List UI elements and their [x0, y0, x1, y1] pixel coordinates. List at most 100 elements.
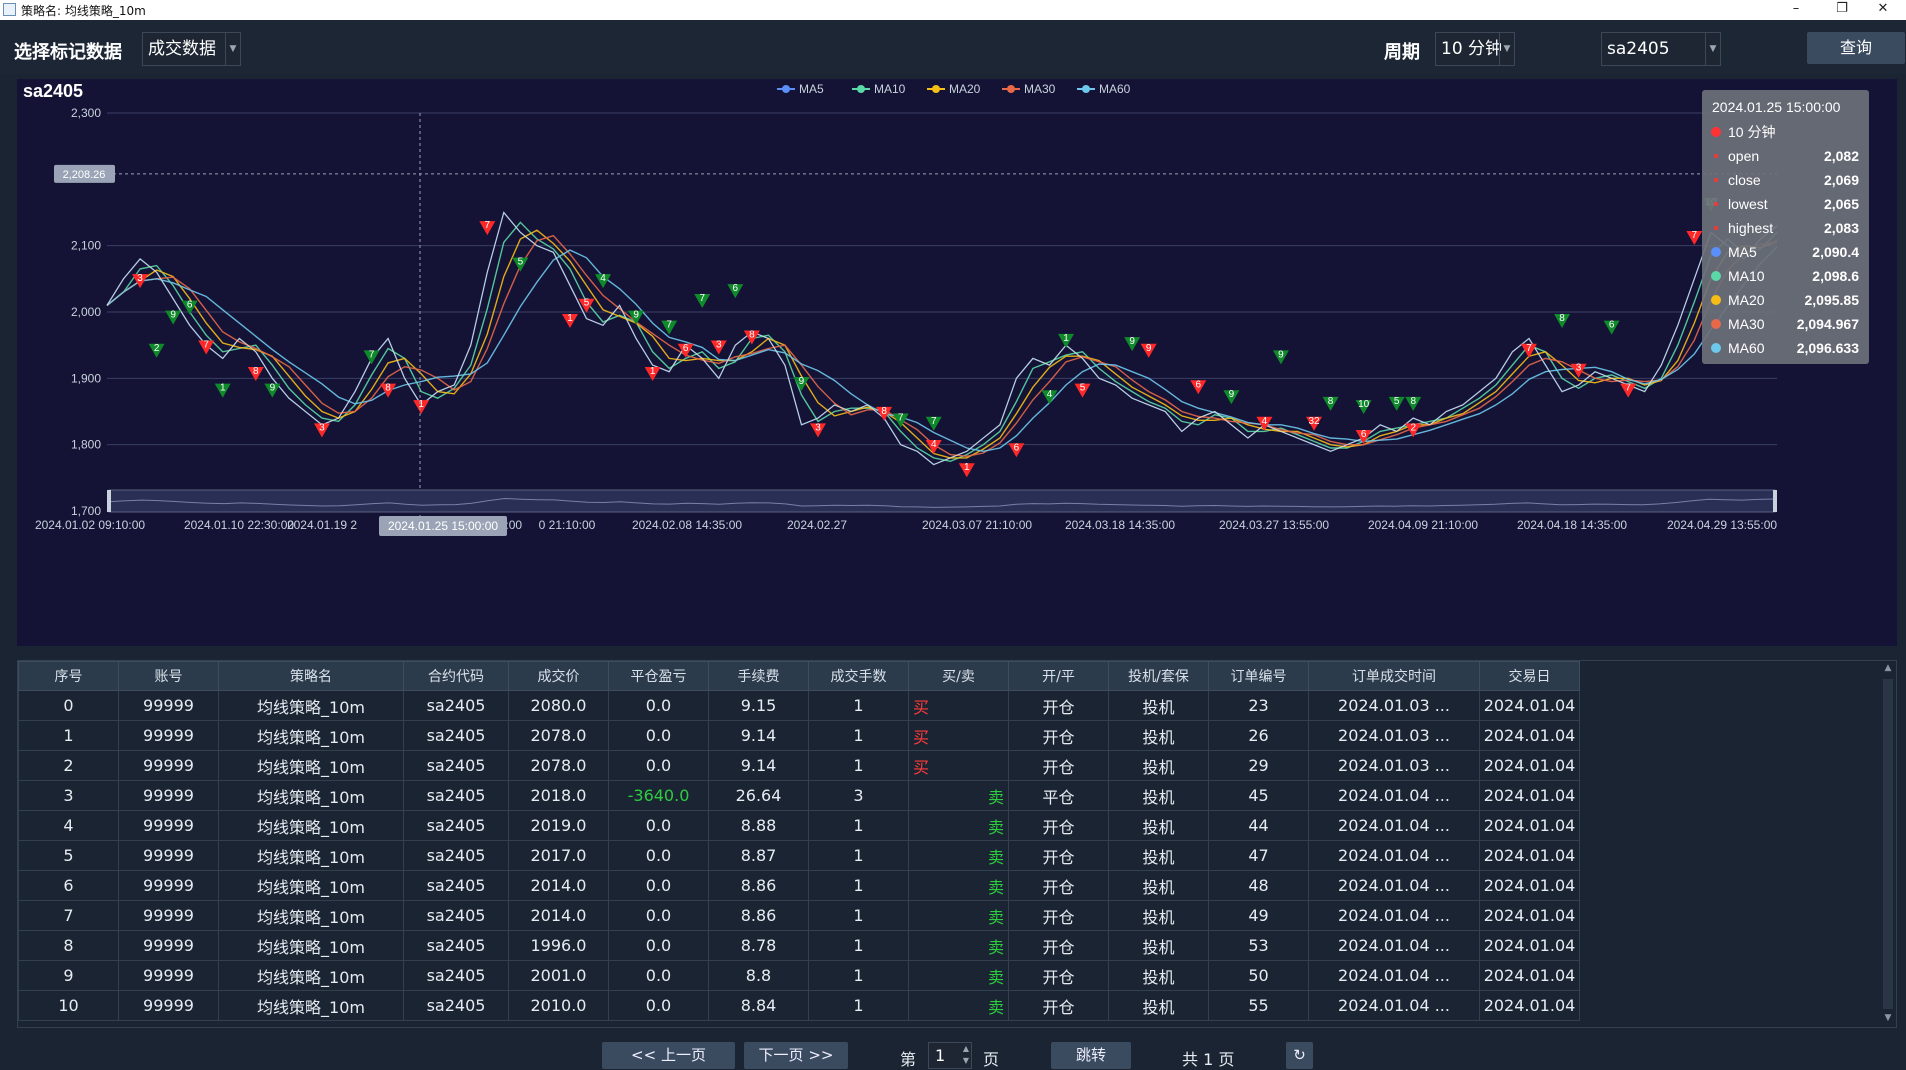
- column-header[interactable]: 订单成交时间: [1308, 661, 1480, 691]
- page-number-input[interactable]: 1 ▲ ▼: [928, 1042, 972, 1069]
- table-row[interactable]: 9 99999 均线策略_10m sa2405 2001.0 0.0 8.8 1 卖开仓 投机 50…: [18, 960, 1580, 991]
- price-line: [106, 211, 1778, 466]
- table-cell: 26: [1208, 720, 1309, 751]
- legend-swatch-dot: [857, 85, 865, 93]
- tooltip-row-value: 2,065: [1824, 196, 1859, 212]
- table-row[interactable]: 3 99999 均线策略_10m sa2405 2018.0 -3640.0 26.64 3 卖…: [18, 780, 1580, 811]
- table-cell: 投机: [1108, 810, 1209, 841]
- table-cell: 0.0: [608, 750, 709, 781]
- symbol-select[interactable]: sa2405 ▼: [1601, 32, 1721, 66]
- table-cell: 8: [18, 930, 119, 961]
- toolbar: 选择标记数据 成交数据 ▼ 周期 10 分钟 ▼ sa2405 ▼: [0, 20, 1906, 74]
- buy-marker-label: 8: [749, 330, 755, 341]
- scroll-down-icon[interactable]: ▼: [1882, 1013, 1894, 1025]
- chart-legend[interactable]: MA5 MA10 MA20 MA30 MA60: [777, 82, 1131, 96]
- tooltip-row-dot: [1714, 202, 1718, 206]
- column-header[interactable]: 账号: [118, 661, 219, 691]
- tooltip-row-key: lowest: [1728, 196, 1768, 212]
- buy-marker-label: 6: [1361, 429, 1367, 440]
- table-cell: 2024.01.04 ...: [1308, 780, 1480, 811]
- sell-marker-label: 1: [220, 383, 226, 394]
- legend-swatch-dot: [1082, 85, 1090, 93]
- sell-marker-label: 1: [1063, 333, 1069, 344]
- period-value: 10 分钟: [1441, 39, 1503, 59]
- tooltip-row-dot: [1711, 343, 1721, 353]
- prev-page-button[interactable]: << 上一页: [602, 1042, 735, 1069]
- table-cell: 23: [1208, 690, 1309, 721]
- table-cell: 2024.01.04: [1479, 750, 1580, 781]
- mark-data-label: 选择标记数据: [14, 42, 122, 63]
- table-cell: 卖: [908, 810, 1009, 841]
- x-tick-label: 0 21:10:00: [539, 518, 596, 532]
- buy-marker-label: 32: [1308, 416, 1320, 427]
- table-row[interactable]: 0 99999 均线策略_10m sa2405 2080.0 0.0 9.15 1 买开仓 投机 2…: [18, 690, 1580, 721]
- table-cell: 卖: [908, 870, 1009, 901]
- refresh-button[interactable]: ↻: [1286, 1042, 1313, 1069]
- scroll-up-icon[interactable]: ▲: [1882, 663, 1894, 675]
- tooltip-row-value: 2,096.633: [1797, 340, 1859, 356]
- column-header[interactable]: 手续费: [708, 661, 809, 691]
- sell-marker-label: 10: [1358, 399, 1370, 410]
- y-tick-label: 2,000: [71, 305, 101, 319]
- column-header[interactable]: 策略名: [218, 661, 404, 691]
- mark-data-select[interactable]: 成交数据 ▼: [142, 32, 241, 66]
- table-cell: 0.0: [608, 900, 709, 931]
- jump-button[interactable]: 跳转: [1051, 1042, 1131, 1069]
- table-cell: 1: [808, 750, 909, 781]
- table-row[interactable]: 7 99999 均线策略_10m sa2405 2014.0 0.0 8.86 1 卖开仓 投机 4…: [18, 900, 1580, 931]
- kline-chart[interactable]: sa2405 MA5 MA10 MA20 MA30 MA60 2,300 2,100 2,0…: [17, 79, 1897, 646]
- table-row[interactable]: 5 99999 均线策略_10m sa2405 2017.0 0.0 8.87 1 卖开仓 投机 4…: [18, 840, 1580, 871]
- table-cell: 均线策略_10m: [218, 690, 404, 721]
- table-header-row: 序号 账号 策略名 合约代码 成交价 平仓盈亏 手续费 成交手数 买/卖 开/平 投机/套保 订单编号…: [18, 661, 1580, 691]
- column-header[interactable]: 序号: [18, 661, 119, 691]
- column-header[interactable]: 成交手数: [808, 661, 909, 691]
- period-select[interactable]: 10 分钟 ▼: [1435, 32, 1515, 66]
- column-header[interactable]: 交易日: [1479, 661, 1580, 691]
- table-cell: 开仓: [1008, 810, 1109, 841]
- maximize-button[interactable]: ❐: [1819, 0, 1865, 20]
- buy-marker-label: 6: [1014, 442, 1020, 453]
- tooltip-row-key: MA10: [1728, 268, 1765, 284]
- table-row[interactable]: 6 99999 均线策略_10m sa2405 2014.0 0.0 8.86 1 卖开仓 投机 4…: [18, 870, 1580, 901]
- minimize-button[interactable]: –: [1773, 0, 1819, 20]
- table-cell: 2080.0: [508, 690, 609, 721]
- chart-canvas[interactable]: sa2405 MA5 MA10 MA20 MA30 MA60 2,300 2,100 2,0…: [17, 79, 1897, 646]
- close-button[interactable]: ✕: [1860, 0, 1906, 20]
- table-row[interactable]: 10 99999 均线策略_10m sa2405 2010.0 0.0 8.84 1 卖开仓 投机…: [18, 990, 1580, 1021]
- next-page-button[interactable]: 下一页 >>: [744, 1042, 848, 1069]
- table-cell: 2: [18, 750, 119, 781]
- buy-marker-label: 4: [1262, 416, 1268, 427]
- table-row[interactable]: 4 99999 均线策略_10m sa2405 2019.0 0.0 8.88 1 卖开仓 投机 4…: [18, 810, 1580, 841]
- query-button[interactable]: 查询: [1807, 32, 1905, 64]
- tooltip-row-value: 2,090.4: [1812, 244, 1859, 260]
- table-row[interactable]: 1 99999 均线策略_10m sa2405 2078.0 0.0 9.14 1 买开仓 投机 2…: [18, 720, 1580, 751]
- sell-marker-label: 7: [369, 349, 375, 360]
- table-vertical-scrollbar[interactable]: ▲ ▼: [1880, 661, 1896, 1027]
- table-cell: 2024.01.03 ...: [1308, 720, 1480, 751]
- data-zoom-slider[interactable]: [107, 489, 1777, 513]
- tooltip-row-value: 2,069: [1824, 172, 1859, 188]
- column-header[interactable]: 成交价: [508, 661, 609, 691]
- sell-marker-label: 8: [1559, 313, 1565, 324]
- table-cell: 均线策略_10m: [218, 870, 404, 901]
- column-header[interactable]: 投机/套保: [1108, 661, 1209, 691]
- column-header[interactable]: 买/卖: [908, 661, 1009, 691]
- table-cell: 均线策略_10m: [218, 960, 404, 991]
- column-header[interactable]: 开/平: [1008, 661, 1109, 691]
- scrollbar-thumb[interactable]: [1883, 679, 1893, 1009]
- table-row[interactable]: 8 99999 均线策略_10m sa2405 1996.0 0.0 8.78 1 卖开仓 投机 5…: [18, 930, 1580, 961]
- table-cell: sa2405: [403, 930, 509, 961]
- column-header[interactable]: 合约代码: [403, 661, 509, 691]
- trades-table-container: 序号 账号 策略名 合约代码 成交价 平仓盈亏 手续费 成交手数 买/卖 开/平 投机/套保 订单编号…: [17, 660, 1897, 1028]
- tooltip-row-value: 2,098.6: [1812, 268, 1859, 284]
- tooltip-row-value: 2,094.967: [1797, 316, 1859, 332]
- table-cell: 均线策略_10m: [218, 810, 404, 841]
- table-row[interactable]: 2 99999 均线策略_10m sa2405 2078.0 0.0 9.14 1 买开仓 投机 2…: [18, 750, 1580, 781]
- table-cell: 8.86: [708, 870, 809, 901]
- spin-down-icon[interactable]: ▼: [963, 1055, 969, 1067]
- x-axis: 2024.01.02 09:10:00 2024.01.10 22:30:0020…: [35, 516, 1777, 536]
- x-tick-label: 2024.04.18 14:35:00: [1517, 518, 1627, 532]
- column-header[interactable]: 订单编号: [1208, 661, 1309, 691]
- spin-up-icon[interactable]: ▲: [963, 1043, 969, 1055]
- column-header[interactable]: 平仓盈亏: [608, 661, 709, 691]
